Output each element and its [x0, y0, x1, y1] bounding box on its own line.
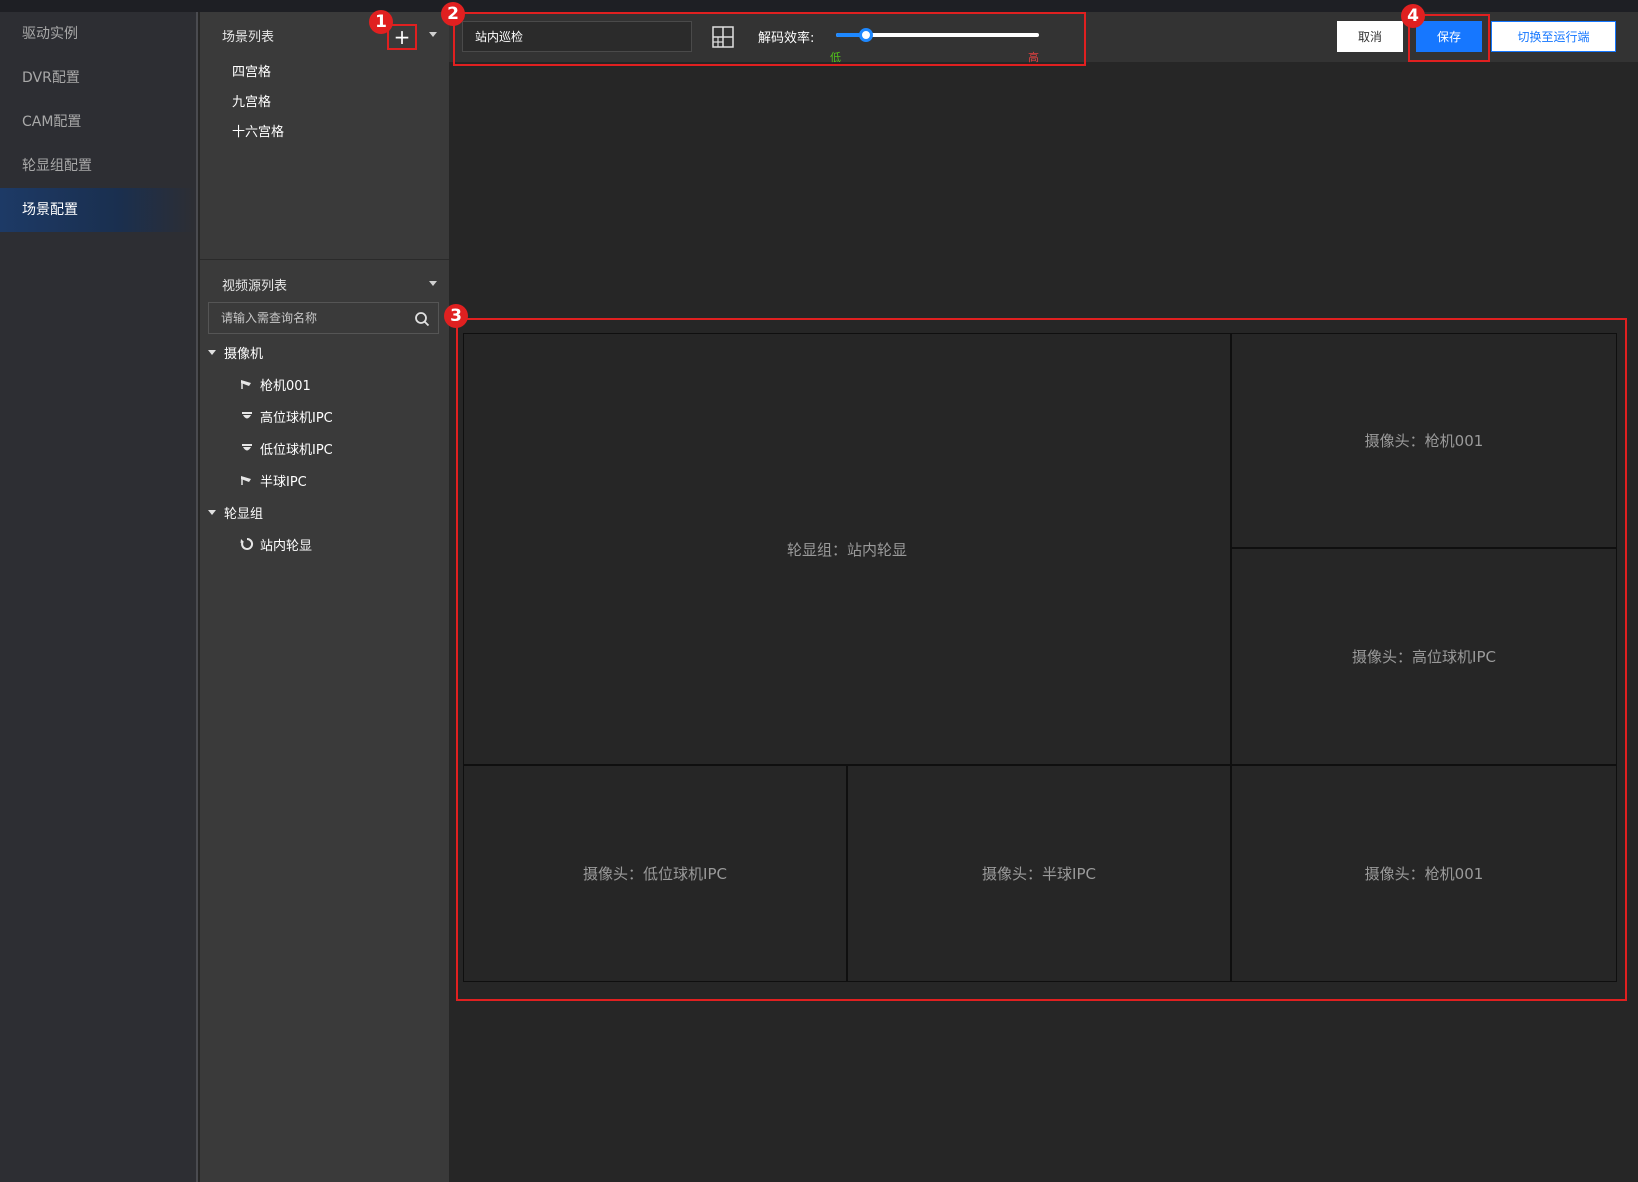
preview-cell-right-top[interactable]: 摄像头：枪机001	[1231, 333, 1617, 548]
slider-high-label: 高	[1028, 51, 1039, 64]
tree-item-half-dome-ipc[interactable]: 半球IPC	[200, 464, 449, 496]
preview-cell-label: 摄像头：半球IPC	[982, 865, 1096, 883]
scene-name-input[interactable]	[462, 21, 692, 52]
preview-cell-right-middle[interactable]: 摄像头：高位球机IPC	[1231, 548, 1617, 765]
search-icon[interactable]	[414, 311, 430, 327]
nav-item-driver-instance[interactable]: 驱动实例	[0, 12, 196, 56]
tree-item-label: 低位球机IPC	[260, 442, 333, 458]
marker-4: 4	[1401, 4, 1425, 28]
marker-3: 3	[444, 304, 468, 328]
preview-cell-label: 摄像头：枪机001	[1364, 865, 1484, 883]
expand-caret-icon	[208, 509, 216, 515]
preview-cell-label: 摄像头：低位球机IPC	[583, 865, 727, 883]
tree-item-label: 站内轮显	[260, 538, 313, 554]
tree-group-label: 摄像机	[224, 346, 264, 362]
preview-cell-main[interactable]: 轮显组：站内轮显	[463, 333, 1231, 765]
scene-list-header: 场景列表 +	[200, 12, 449, 58]
video-source-title: 视频源列表	[222, 278, 288, 294]
middle-panel: 场景列表 + 四宫格 九宫格 十六宫格 视频源列表 摄像机	[200, 12, 449, 1182]
switch-to-runtime-button[interactable]: 切换至运行端	[1491, 21, 1616, 52]
layout-grid-icon[interactable]	[712, 26, 734, 48]
expand-caret-icon	[208, 349, 216, 355]
tree-item-bullet-001[interactable]: 枪机001	[200, 368, 449, 400]
left-nav: 驱动实例 DVR配置 CAM配置 轮显组配置 场景配置	[0, 12, 198, 1182]
dome-camera-icon	[242, 444, 252, 451]
preview-grid: 轮显组：站内轮显 摄像头：枪机001 摄像头：高位球机IPC 摄像头：低位球机I…	[463, 333, 1617, 982]
decode-efficiency-label: 解码效率:	[758, 31, 815, 46]
tree-group-cameras[interactable]: 摄像机	[200, 336, 449, 368]
slider-low-label: 低	[830, 51, 841, 64]
video-source-section: 视频源列表 摄像机 枪机001	[200, 270, 449, 560]
video-source-dropdown-icon[interactable]	[429, 281, 437, 286]
scene-list: 四宫格 九宫格 十六宫格	[200, 58, 449, 148]
decode-efficiency-slider[interactable]	[836, 28, 1039, 42]
preview-cell-bottom-middle[interactable]: 摄像头：半球IPC	[847, 765, 1231, 982]
preview-cell-label: 摄像头：高位球机IPC	[1352, 648, 1496, 666]
tree-item-label: 半球IPC	[260, 474, 307, 490]
dome-camera-icon	[242, 412, 252, 419]
video-source-search-input[interactable]	[209, 303, 438, 333]
cancel-button[interactable]: 取消	[1337, 21, 1403, 52]
tree-item-high-dome-ipc[interactable]: 高位球机IPC	[200, 400, 449, 432]
preview-cell-bottom-right[interactable]: 摄像头：枪机001	[1231, 765, 1617, 982]
nav-item-dvr-config[interactable]: DVR配置	[0, 56, 196, 100]
panel-divider	[200, 259, 449, 260]
tree-item-low-dome-ipc[interactable]: 低位球机IPC	[200, 432, 449, 464]
scene-item-nine-grid[interactable]: 九宫格	[200, 88, 449, 118]
scene-item-four-grid[interactable]: 四宫格	[200, 58, 449, 88]
tree-item-label: 高位球机IPC	[260, 410, 333, 426]
tree-group-label: 轮显组	[224, 506, 264, 522]
bullet-camera-icon	[241, 476, 251, 485]
tree-item-label: 枪机001	[260, 378, 311, 394]
nav-item-rotation-group-config[interactable]: 轮显组配置	[0, 144, 196, 188]
tree-item-station-rotation[interactable]: 站内轮显	[200, 528, 449, 560]
preview-cell-label: 轮显组：站内轮显	[786, 540, 907, 559]
video-source-tree: 摄像机 枪机001 高位球机IPC 低位球机IPC 半球IPC 轮显组 站内轮显	[200, 336, 449, 560]
scene-list-dropdown-icon[interactable]	[429, 32, 437, 37]
video-source-search	[208, 302, 439, 334]
bullet-camera-icon	[241, 380, 251, 389]
nav-item-cam-config[interactable]: CAM配置	[0, 100, 196, 144]
top-strip	[0, 0, 1638, 12]
scene-item-sixteen-grid[interactable]: 十六宫格	[200, 118, 449, 148]
preview-cell-label: 摄像头：枪机001	[1364, 432, 1484, 450]
scene-list-title: 场景列表	[222, 29, 275, 45]
nav-item-scene-config[interactable]: 场景配置	[0, 188, 196, 232]
rotate-icon	[240, 537, 254, 550]
marker-2: 2	[441, 2, 465, 26]
video-source-header: 视频源列表	[200, 270, 449, 298]
preview-cell-bottom-left[interactable]: 摄像头：低位球机IPC	[463, 765, 847, 982]
marker-1: 1	[369, 10, 393, 34]
add-scene-button[interactable]: +	[387, 24, 417, 50]
tree-group-rotation-groups[interactable]: 轮显组	[200, 496, 449, 528]
